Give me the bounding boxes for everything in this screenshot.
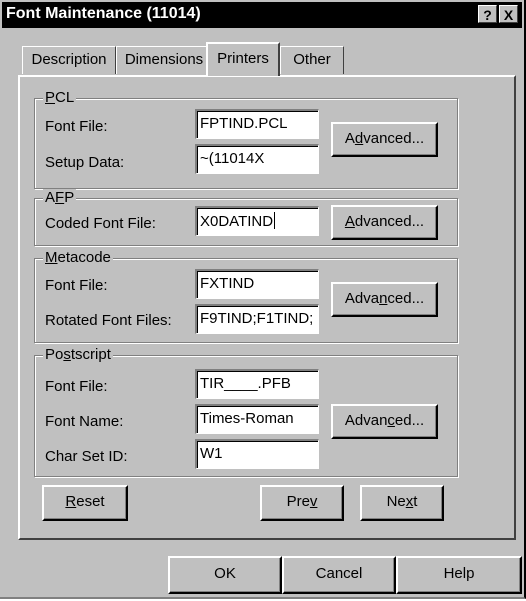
pcl-group-label: PCL [43, 89, 77, 107]
pcl-setup-data-label: Setup Data: [45, 154, 125, 171]
postscript-font-file-field[interactable]: TIR____.PFB [195, 369, 319, 399]
metacode-advanced-post: ced... [387, 290, 425, 307]
cancel-button[interactable]: Cancel [282, 556, 396, 594]
metacode-group-label: Metacode [43, 249, 113, 267]
afp-advanced-post: dvanced... [354, 213, 425, 230]
postscript-advanced-button[interactable]: Advanced... [331, 404, 438, 439]
afp-group: AFP Coded Font File: X0DATIND Advanced..… [34, 189, 458, 246]
printers-tab-panel: PCL Font File: FPTIND.PCL Setup Data: ~(… [18, 75, 516, 540]
coded-font-file-field[interactable]: X0DATIND [195, 206, 319, 236]
coded-font-file-value: X0DATIND [200, 213, 274, 230]
pcl-advanced-button[interactable]: Advanced... [331, 122, 438, 157]
char-set-id-value: W1 [200, 445, 223, 462]
coded-font-file-label: Coded Font File: [45, 215, 156, 232]
pcl-advanced-pre: A [344, 130, 355, 147]
tab-other-label: Other [293, 51, 331, 68]
pcl-font-file-field[interactable]: FPTIND.PCL [195, 109, 319, 139]
postscript-font-file-label: Font File: [45, 378, 108, 395]
tab-printers[interactable]: Printers [206, 42, 280, 76]
afp-advanced-button[interactable]: Advanced... [331, 205, 438, 240]
font-name-label: Font Name: [45, 413, 124, 430]
rotated-font-files-field[interactable]: F9TIND;F1TIND; [195, 304, 319, 334]
afp-group-label-pre: A [45, 189, 56, 206]
rotated-font-files-label: Rotated Font Files: [45, 312, 172, 329]
reset-button[interactable]: Reset [42, 485, 128, 521]
tab-other[interactable]: Other [280, 46, 344, 74]
metacode-group: Metacode Font File: FXTIND Rotated Font … [34, 249, 458, 343]
char-set-id-field[interactable]: W1 [195, 439, 319, 469]
metacode-group-label-mnemonic: M [45, 249, 58, 266]
font-maintenance-dialog: Font Maintenance (11014) ? X Description… [0, 0, 526, 599]
close-icon[interactable]: X [499, 5, 518, 23]
help-button[interactable]: Help [396, 556, 522, 594]
tab-printers-label: Printers [217, 50, 269, 67]
pcl-advanced-post: vanced... [363, 130, 425, 147]
pcl-font-file-label: Font File: [45, 118, 108, 135]
tab-description-label: Description [31, 51, 107, 68]
postscript-group-label-mnemonic: s [63, 346, 71, 363]
rotated-font-files-value: F9TIND;F1TIND; [200, 310, 314, 327]
reset-mnemonic: R [65, 493, 77, 510]
postscript-advanced-post: ed... [394, 412, 425, 429]
pcl-font-file-value: FPTIND.PCL [200, 115, 288, 132]
afp-advanced-mnemonic: A [344, 213, 355, 230]
postscript-group-label: Postscript [43, 346, 113, 364]
pcl-setup-data-field[interactable]: ~(11014X [195, 144, 319, 174]
postscript-group-label-post: tscript [70, 346, 111, 363]
pcl-advanced-mnemonic: d [354, 130, 364, 147]
metacode-font-file-value: FXTIND [200, 275, 255, 292]
postscript-font-file-value: TIR____.PFB [200, 375, 291, 392]
tab-description[interactable]: Description [22, 46, 116, 74]
prev-mnemonic: v [309, 493, 318, 510]
pcl-group-label-mnemonic: P [45, 89, 56, 106]
window-title: Font Maintenance (11014) [6, 5, 201, 22]
text-cursor [274, 212, 276, 229]
pcl-group: PCL Font File: FPTIND.PCL Setup Data: ~(… [34, 89, 458, 189]
prev-button[interactable]: Prev [260, 485, 344, 521]
afp-group-label: AFP [43, 189, 77, 207]
metacode-font-file-field[interactable]: FXTIND [195, 269, 319, 299]
tab-dimensions[interactable]: Dimensions [116, 46, 212, 74]
metacode-font-file-label: Font File: [45, 277, 108, 294]
postscript-group: Postscript Font File: TIR____.PFB Font N… [34, 346, 458, 477]
next-post: t [413, 493, 418, 510]
metacode-advanced-pre: Adva [344, 290, 380, 307]
prev-pre: Pre [286, 493, 310, 510]
help-icon[interactable]: ? [478, 5, 497, 23]
pcl-setup-data-value: ~(11014X [200, 150, 265, 167]
afp-group-label-mnemonic: F [55, 189, 65, 206]
postscript-advanced-pre: Advan [344, 412, 388, 429]
tab-dimensions-label: Dimensions [124, 51, 204, 68]
ok-button[interactable]: OK [168, 556, 282, 594]
pcl-group-label-post: CL [55, 89, 75, 106]
reset-post: eset [76, 493, 105, 510]
afp-group-label-post: P [64, 189, 75, 206]
metacode-advanced-button[interactable]: Advanced... [331, 282, 438, 317]
metacode-group-label-post: etacode [57, 249, 111, 266]
font-name-field[interactable]: Times-Roman [195, 404, 319, 434]
next-pre: Ne [386, 493, 406, 510]
char-set-id-label: Char Set ID: [45, 448, 128, 465]
postscript-advanced-mnemonic: c [387, 412, 395, 429]
font-name-value: Times-Roman [200, 410, 294, 427]
postscript-group-label-pre: Po [45, 346, 64, 363]
title-bar[interactable]: Font Maintenance (11014) ? X [2, 2, 522, 28]
next-button[interactable]: Next [360, 485, 444, 521]
